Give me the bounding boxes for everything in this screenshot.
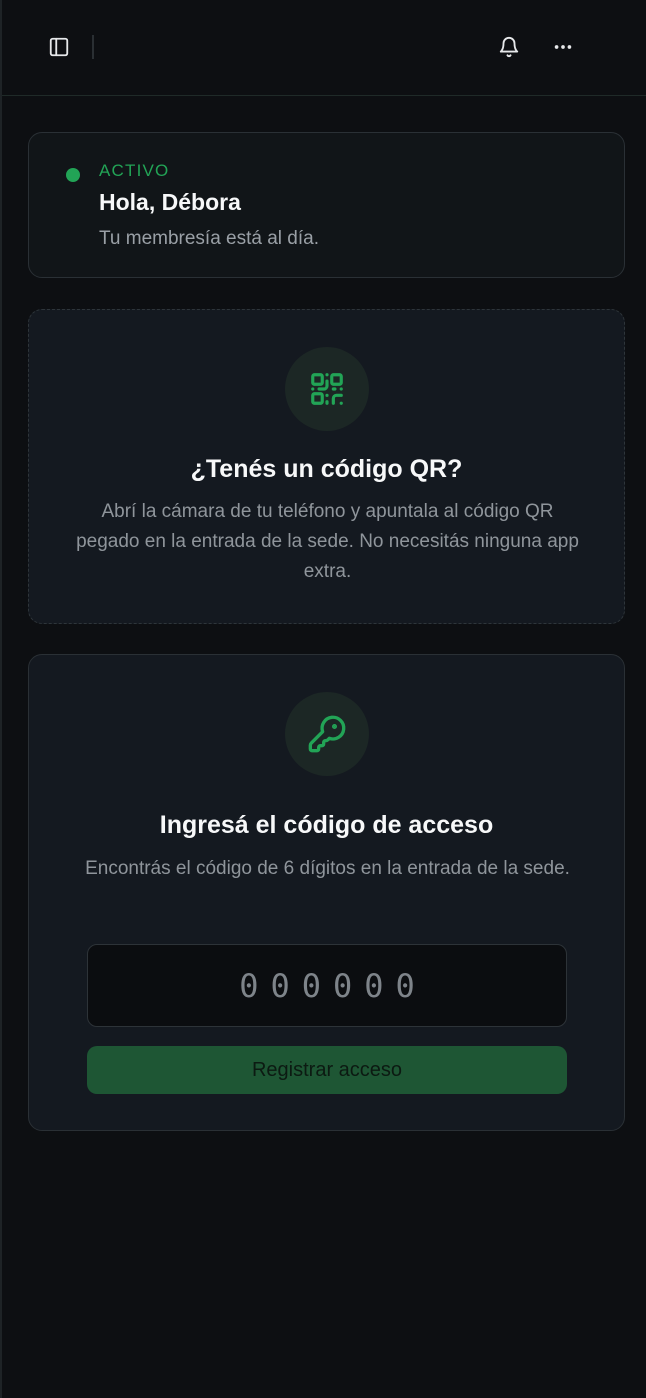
qr-icon-circle (285, 347, 369, 431)
qr-info-card: ¿Tenés un código QR? Abrí la cámara de t… (28, 309, 625, 624)
qr-title: ¿Tenés un código QR? (190, 455, 463, 483)
sidebar-toggle-button[interactable] (41, 29, 77, 65)
sidebar-toggle-icon (49, 37, 69, 57)
more-options-button[interactable] (545, 29, 581, 65)
qr-description: Abrí la cámara de tu teléfono y apuntala… (76, 501, 579, 582)
access-code-input[interactable] (87, 944, 567, 1027)
access-code-description: Encontrás el código de 6 dígitos en la e… (85, 858, 570, 879)
key-icon (308, 715, 346, 753)
status-label: ACTIVO (99, 161, 170, 180)
access-code-title: Ingresá el código de acceso (159, 811, 494, 839)
register-access-button[interactable]: Registrar acceso (87, 1046, 567, 1094)
bell-icon (499, 37, 519, 58)
access-code-card: Ingresá el código de acceso Encontrás el… (28, 654, 625, 1131)
greeting-heading: Hola, Débora (99, 189, 241, 215)
top-bar (2, 0, 646, 96)
app-root: ACTIVO Hola, Débora Tu membresía está al… (0, 0, 646, 1398)
header-divider (92, 35, 94, 59)
qr-code-icon (311, 373, 343, 405)
status-dot (66, 168, 80, 182)
more-horizontal-icon (554, 45, 572, 49)
membership-status-card: ACTIVO Hola, Débora Tu membresía está al… (28, 132, 625, 278)
key-icon-circle (285, 692, 369, 776)
membership-status-text: Tu membresía está al día. (99, 228, 320, 249)
notifications-button[interactable] (491, 29, 527, 65)
